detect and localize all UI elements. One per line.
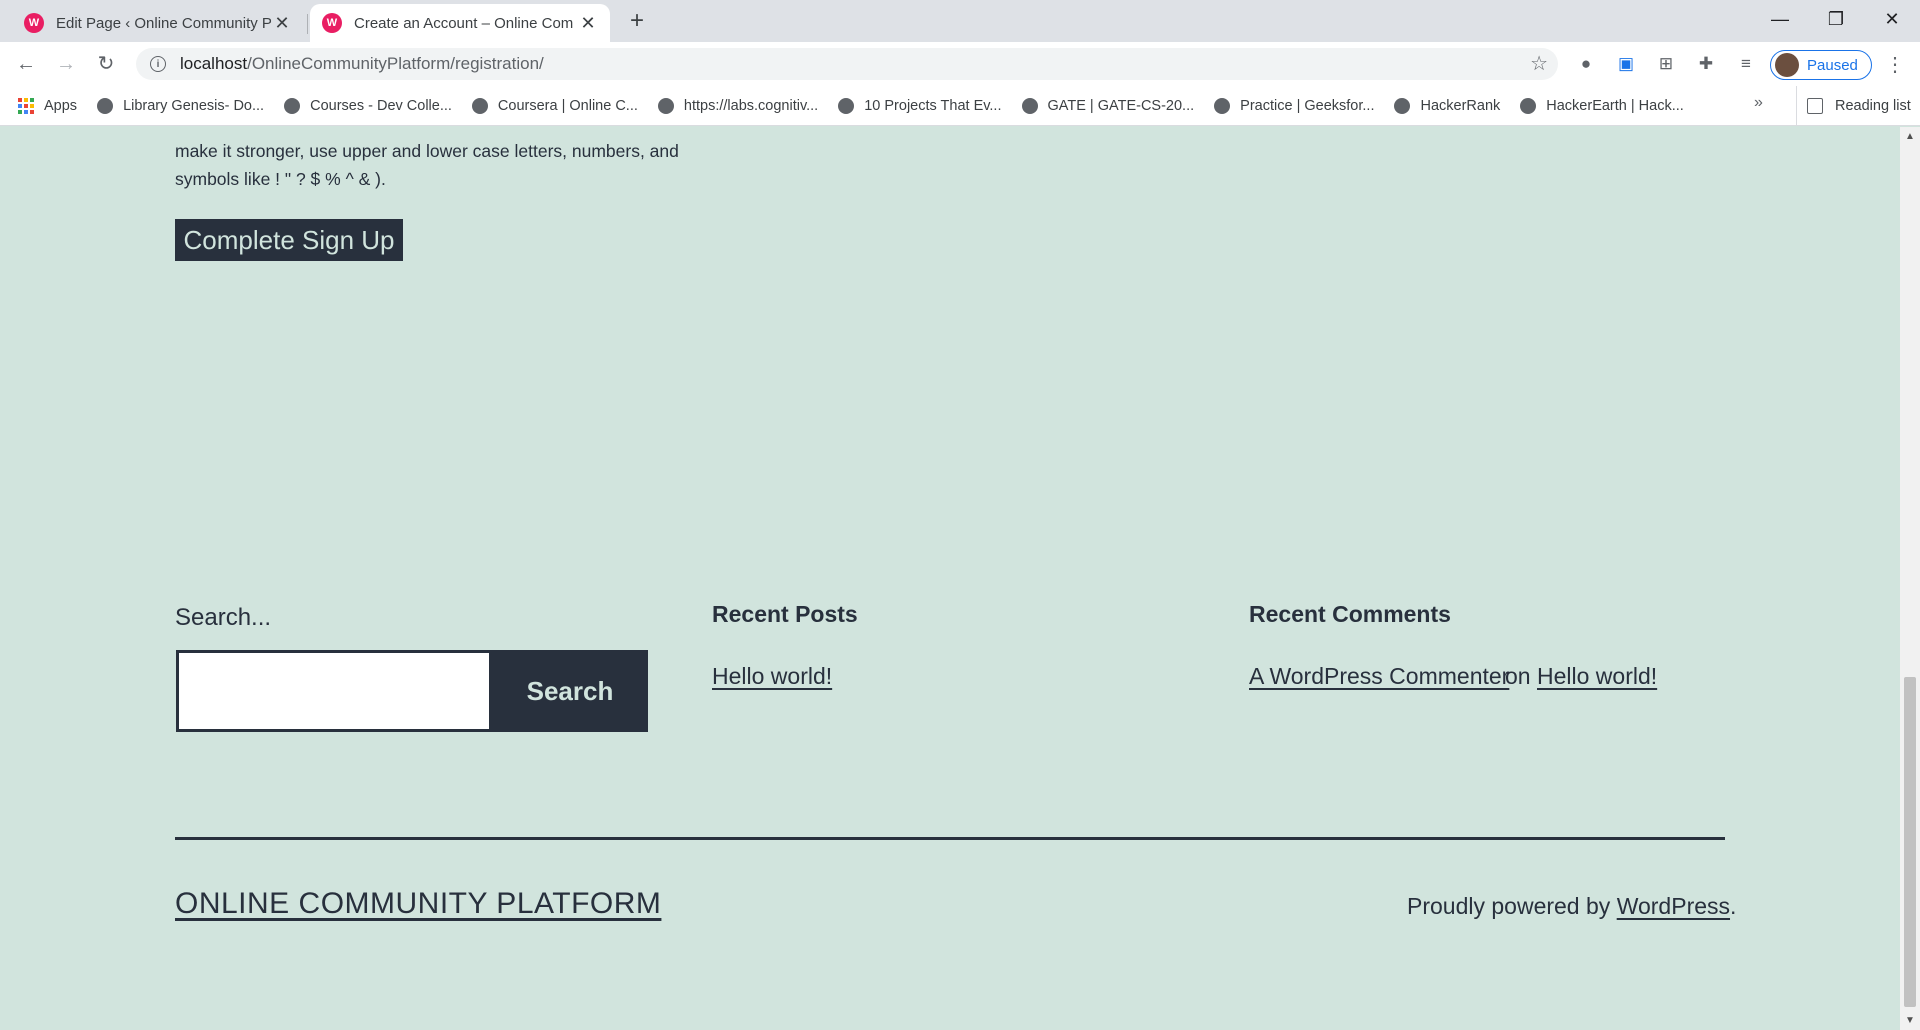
bookmark-label: Library Genesis- Do... (123, 97, 265, 114)
bookmark-item[interactable]: 10 Projects That Ev... (838, 97, 1002, 114)
media-queue-icon[interactable]: ≡ (1734, 52, 1758, 76)
reload-icon[interactable]: ↻ (90, 48, 122, 80)
globe-icon (1394, 97, 1411, 114)
extension-grid-icon[interactable]: ⊞ (1654, 52, 1678, 76)
globe-icon (471, 97, 488, 114)
bookmark-label: 10 Projects That Ev... (864, 97, 1002, 114)
minimize-icon[interactable]: — (1752, 0, 1808, 38)
reading-list-button[interactable]: Reading list (1796, 86, 1911, 126)
scroll-up-arrow-icon[interactable]: ▲ (1900, 131, 1920, 142)
page-scrollbar[interactable]: ▲ ▼ (1900, 127, 1920, 1030)
tab-title: Edit Page ‹ Online Community Pl (56, 14, 272, 32)
password-hint: make it stronger, use upper and lower ca… (175, 137, 695, 193)
bookmark-apps[interactable]: Apps (18, 97, 78, 114)
bookmark-item[interactable]: GATE | GATE-CS-20... (1021, 97, 1195, 114)
browser-menu-icon[interactable]: ⋮ (1880, 50, 1910, 80)
site-info-icon[interactable]: i (150, 56, 166, 72)
search-widget-label: Search... (175, 604, 272, 631)
address-bar[interactable]: i localhost/OnlineCommunityPlatform/regi… (136, 48, 1558, 80)
page-content: make it stronger, use upper and lower ca… (0, 127, 1900, 1030)
profile-button[interactable]: Paused (1770, 50, 1872, 80)
bookmark-item[interactable]: Coursera | Online C... (471, 97, 638, 114)
bookmark-item[interactable]: https://labs.cognitiv... (657, 97, 819, 114)
extensions-puzzle-icon[interactable]: ✚ (1694, 52, 1718, 76)
back-arrow-icon[interactable]: ← (10, 48, 42, 80)
powered-by-prefix: Proudly powered by (1407, 893, 1617, 919)
apps-grid-icon (18, 97, 34, 114)
bookmark-label: HackerRank (1420, 97, 1501, 114)
globe-icon (284, 97, 301, 114)
more-bookmarks-chevron-icon[interactable]: » (1754, 94, 1763, 112)
extension-globe-icon[interactable]: ● (1574, 52, 1598, 76)
new-tab-button[interactable]: + (622, 6, 652, 36)
tab-divider (307, 14, 308, 34)
profile-status: Paused (1807, 56, 1858, 74)
browser-tab-strip: W Edit Page ‹ Online Community Pl ✕ W Cr… (0, 0, 1920, 42)
complete-sign-up-button[interactable]: Complete Sign Up (175, 219, 403, 261)
comment-connector-text: on (1505, 663, 1531, 689)
bookmark-item[interactable]: HackerRank (1394, 97, 1501, 114)
scroll-down-arrow-icon[interactable]: ▼ (1900, 1015, 1920, 1026)
bookmark-item[interactable]: HackerEarth | Hack... (1520, 97, 1684, 114)
bookmark-label: Courses - Dev Colle... (310, 97, 452, 114)
bookmark-item[interactable]: Courses - Dev Colle... (284, 97, 452, 114)
comment-post-link[interactable]: Hello world! (1537, 663, 1657, 690)
bookmark-label: Coursera | Online C... (497, 97, 638, 114)
close-window-icon[interactable]: ✕ (1864, 0, 1920, 38)
comment-author-link[interactable]: A WordPress Commenter (1249, 663, 1509, 690)
restore-icon[interactable]: ❐ (1808, 0, 1864, 38)
forward-arrow-icon[interactable]: → (50, 48, 82, 80)
extension-screen-icon[interactable]: ▣ (1614, 52, 1638, 76)
address-toolbar: ← → ↻ i localhost/OnlineCommunityPlatfor… (0, 42, 1920, 86)
scrollbar-thumb[interactable] (1904, 677, 1916, 1007)
bookmark-label: https://labs.cognitiv... (683, 97, 819, 114)
tab-edit-page[interactable]: W Edit Page ‹ Online Community Pl ✕ (12, 4, 304, 42)
reading-list-icon (1807, 98, 1823, 114)
recent-post-link[interactable]: Hello world! (712, 663, 832, 690)
footer-site-name-link[interactable]: ONLINE COMMUNITY PLATFORM (175, 887, 661, 921)
globe-icon (1214, 97, 1231, 114)
wordpress-local-icon: W (24, 13, 44, 33)
globe-icon (1021, 97, 1038, 114)
password-hint-line-2: symbols like ! " ? $ % ^ & ). (175, 169, 386, 189)
close-icon[interactable]: ✕ (578, 13, 598, 34)
tab-title: Create an Account – Online Com (354, 14, 574, 32)
globe-icon (97, 97, 114, 114)
globe-icon (1520, 97, 1537, 114)
wordpress-local-icon: W (322, 13, 342, 33)
bookmarks-bar: Apps Library Genesis- Do... Courses - De… (0, 86, 1920, 126)
bookmark-label: Apps (44, 97, 78, 114)
bookmark-label: GATE | GATE-CS-20... (1047, 97, 1195, 114)
url-host: localhost (180, 54, 248, 73)
bookmark-item[interactable]: Practice | Geeksfor... (1214, 97, 1375, 114)
reading-list-label: Reading list (1835, 98, 1911, 114)
bookmark-star-icon[interactable]: ☆ (1530, 51, 1548, 76)
close-icon[interactable]: ✕ (272, 13, 292, 34)
password-hint-line-1: make it stronger, use upper and lower ca… (175, 141, 679, 161)
bookmark-label: HackerEarth | Hack... (1546, 97, 1684, 114)
bookmark-label: Practice | Geeksfor... (1240, 97, 1375, 114)
wordpress-link[interactable]: WordPress (1617, 893, 1730, 919)
url-path: /OnlineCommunityPlatform/registration/ (247, 54, 544, 73)
globe-icon (838, 97, 855, 114)
tab-create-account[interactable]: W Create an Account – Online Com ✕ (310, 4, 610, 42)
powered-by-text: Proudly powered by WordPress. (1407, 893, 1736, 920)
recent-posts-title: Recent Posts (712, 601, 858, 627)
avatar (1775, 53, 1799, 77)
search-button[interactable]: Search (492, 650, 648, 732)
bookmark-item[interactable]: Library Genesis- Do... (97, 97, 265, 114)
footer-divider (175, 837, 1725, 840)
powered-by-suffix: . (1730, 893, 1737, 919)
globe-icon (657, 97, 674, 114)
search-input[interactable] (176, 650, 492, 732)
recent-comments-title: Recent Comments (1249, 601, 1451, 627)
